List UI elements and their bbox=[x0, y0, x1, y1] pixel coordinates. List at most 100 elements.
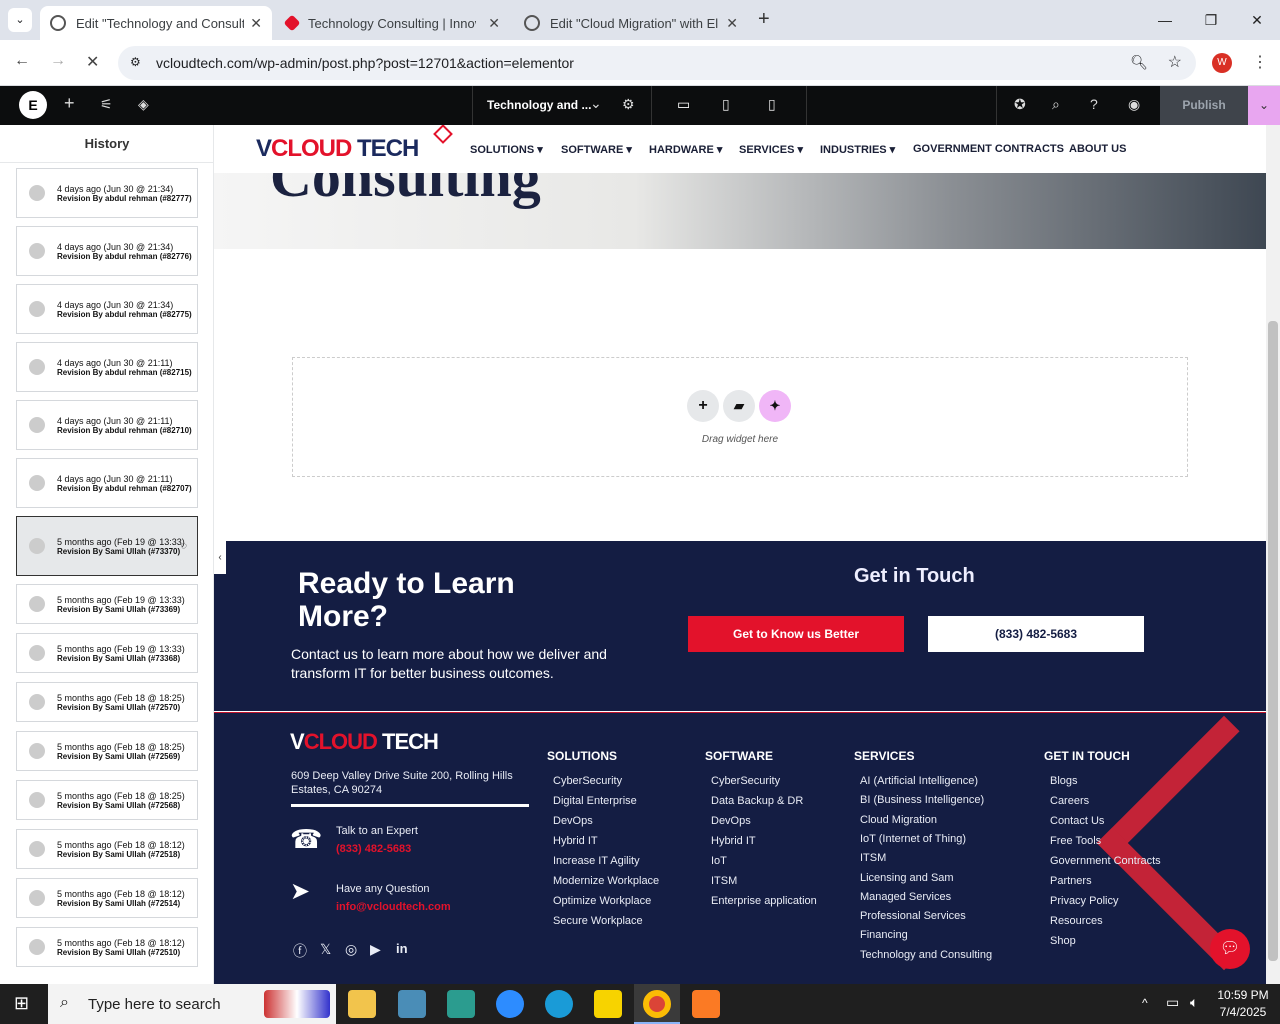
publish-options-button[interactable]: ⌄ bbox=[1248, 86, 1280, 125]
taskbar-time[interactable]: 10:59 PM bbox=[1214, 988, 1272, 1002]
footer-link[interactable]: Shop bbox=[1050, 935, 1076, 947]
linkedin-icon[interactable]: in bbox=[396, 941, 408, 956]
structure-icon[interactable]: ◈ bbox=[138, 96, 149, 113]
footer-link[interactable]: Cloud Migration bbox=[860, 814, 937, 826]
desktop-icon[interactable]: ▭ bbox=[677, 96, 690, 113]
history-item[interactable]: 5 months ago (Feb 19 @ 13:33) Revision By… bbox=[16, 633, 198, 673]
facebook-icon[interactable]: ⓕ bbox=[293, 941, 307, 961]
tab-search-button[interactable]: ⌄ bbox=[8, 8, 32, 32]
minimize-button[interactable]: — bbox=[1142, 0, 1188, 40]
zoom-icon[interactable]: 🔍︎ bbox=[1130, 54, 1148, 71]
footer-link[interactable]: Digital Enterprise bbox=[553, 795, 637, 807]
sticky-notes-icon[interactable] bbox=[594, 990, 622, 1018]
empty-section-dropzone[interactable]: + ▰ ✦ Drag widget here bbox=[292, 357, 1188, 477]
history-item[interactable]: 4 days ago (Jun 30 @ 21:34) Revision By a… bbox=[16, 168, 198, 218]
chrome-icon[interactable] bbox=[643, 990, 671, 1018]
footer-link[interactable]: Optimize Workplace bbox=[553, 895, 651, 907]
close-tab-icon[interactable]: ✕ bbox=[250, 15, 262, 32]
tab-edit-cloud-migration[interactable]: Edit "Cloud Migration" with Ele ✕ bbox=[514, 6, 748, 40]
footer-link[interactable]: Government Contracts bbox=[1050, 855, 1161, 867]
footer-link[interactable]: ITSM bbox=[711, 875, 737, 887]
history-item[interactable]: 4 days ago (Jun 30 @ 21:34) Revision By a… bbox=[16, 226, 198, 276]
app-icon[interactable] bbox=[398, 990, 426, 1018]
template-library-icon[interactable]: ▰ bbox=[723, 390, 755, 422]
footer-link[interactable]: Data Backup & DR bbox=[711, 795, 803, 807]
app-icon[interactable] bbox=[447, 990, 475, 1018]
scrollbar-thumb[interactable] bbox=[1268, 321, 1278, 961]
close-window-button[interactable]: ✕ bbox=[1234, 0, 1280, 40]
bookmark-star-icon[interactable]: ☆ bbox=[1168, 52, 1182, 72]
footer-link[interactable]: Free Tools bbox=[1050, 835, 1101, 847]
history-item[interactable]: 5 months ago (Feb 18 @ 18:12) Revision By… bbox=[16, 829, 198, 869]
footer-link[interactable]: Privacy Policy bbox=[1050, 895, 1118, 907]
tray-chevron-icon[interactable]: ^ bbox=[1142, 996, 1148, 1010]
footer-link[interactable]: CyberSecurity bbox=[711, 775, 780, 787]
footer-link[interactable]: ITSM bbox=[860, 852, 886, 864]
footer-link[interactable]: BI (Business Intelligence) bbox=[860, 794, 984, 806]
history-item[interactable]: 5 months ago (Feb 18 @ 18:25) Revision By… bbox=[16, 731, 198, 771]
nav-industries[interactable]: INDUSTRIES ▾ bbox=[820, 143, 895, 156]
footer-link[interactable]: Blogs bbox=[1050, 775, 1078, 787]
network-icon[interactable]: ▭ bbox=[1166, 994, 1179, 1011]
footer-link[interactable]: Secure Workplace bbox=[553, 915, 643, 927]
history-item[interactable]: 5 months ago (Feb 19 @ 13:33) Revision By… bbox=[16, 584, 198, 624]
browser-menu-icon[interactable]: ⋮ bbox=[1252, 52, 1268, 72]
volume-icon[interactable]: 🔈︎ bbox=[1190, 994, 1198, 1011]
new-tab-button[interactable]: + bbox=[758, 8, 770, 31]
footer-link[interactable]: IoT (Internet of Thing) bbox=[860, 833, 966, 845]
forward-icon[interactable]: → bbox=[50, 52, 66, 70]
footer-link[interactable]: Financing bbox=[860, 929, 908, 941]
footer-link[interactable]: Contact Us bbox=[1050, 815, 1104, 827]
close-tab-icon[interactable]: ✕ bbox=[726, 15, 738, 32]
nav-hardware[interactable]: HARDWARE ▾ bbox=[649, 143, 722, 156]
preview-eye-icon[interactable]: ◉ bbox=[1128, 96, 1140, 113]
history-item[interactable]: 5 months ago (Feb 18 @ 18:12) Revision By… bbox=[16, 878, 198, 918]
chevron-down-icon[interactable]: ⌄ bbox=[590, 95, 602, 112]
close-tab-icon[interactable]: ✕ bbox=[488, 15, 500, 32]
stop-loading-icon[interactable]: ✕ bbox=[86, 52, 99, 72]
nav-software[interactable]: SOFTWARE ▾ bbox=[561, 143, 632, 156]
x-twitter-icon[interactable]: 𝕏 bbox=[320, 941, 331, 958]
footer-link[interactable]: Licensing and Sam bbox=[860, 872, 954, 884]
publish-button[interactable]: Publish bbox=[1160, 86, 1248, 125]
site-settings-icon[interactable]: ⚟ bbox=[100, 96, 113, 113]
phone-button[interactable]: (833) 482-5683 bbox=[928, 616, 1144, 652]
history-item[interactable]: 5 months ago (Feb 19 @ 13:33) Revision By… bbox=[16, 516, 198, 576]
mobile-icon[interactable]: ▯ bbox=[768, 96, 776, 113]
chat-bubble-button[interactable]: 💬︎ bbox=[1210, 929, 1250, 969]
xampp-icon[interactable] bbox=[692, 990, 720, 1018]
restore-button[interactable]: ❐ bbox=[1188, 0, 1234, 40]
footer-link[interactable]: Professional Services bbox=[860, 910, 966, 922]
tab-edit-technology[interactable]: Edit "Technology and Consultin ✕ bbox=[40, 6, 272, 40]
nav-government-contracts[interactable]: GOVERNMENT CONTRACTS bbox=[913, 143, 1064, 155]
youtube-icon[interactable]: ▶ bbox=[370, 941, 381, 958]
nav-solutions[interactable]: SOLUTIONS ▾ bbox=[470, 143, 543, 156]
footer-link[interactable]: Partners bbox=[1050, 875, 1092, 887]
instagram-icon[interactable]: ◎ bbox=[345, 941, 357, 958]
elementor-logo-icon[interactable]: E bbox=[19, 91, 47, 119]
help-icon[interactable]: ? bbox=[1090, 96, 1098, 112]
nav-about-us[interactable]: ABOUT US bbox=[1069, 143, 1126, 155]
history-item[interactable]: 4 days ago (Jun 30 @ 21:11) Revision By a… bbox=[16, 400, 198, 450]
footer-link[interactable]: AI (Artificial Intelligence) bbox=[860, 775, 978, 787]
site-logo[interactable]: VCLOUD TECH bbox=[256, 135, 419, 163]
taskbar-date[interactable]: 7/4/2025 bbox=[1214, 1005, 1272, 1019]
history-item[interactable]: 5 months ago (Feb 18 @ 18:12) Revision By… bbox=[16, 927, 198, 967]
file-explorer-icon[interactable] bbox=[348, 990, 376, 1018]
talk-phone-link[interactable]: (833) 482-5683 bbox=[336, 843, 411, 855]
footer-link[interactable]: Increase IT Agility bbox=[553, 855, 640, 867]
footer-logo[interactable]: VCLOUD TECH bbox=[290, 729, 439, 755]
taskbar-search-box[interactable]: ⌕ Type here to search bbox=[48, 984, 336, 1024]
tab-technology-consulting[interactable]: Technology Consulting | Innova ✕ bbox=[276, 6, 510, 40]
footer-link[interactable]: Hybrid IT bbox=[711, 835, 756, 847]
history-item[interactable]: 4 days ago (Jun 30 @ 21:11) Revision By a… bbox=[16, 458, 198, 508]
footer-link[interactable]: CyberSecurity bbox=[553, 775, 622, 787]
notifications-icon[interactable]: ✪ bbox=[1014, 96, 1026, 113]
footer-link[interactable]: Hybrid IT bbox=[553, 835, 598, 847]
footer-link[interactable]: DevOps bbox=[711, 815, 751, 827]
page-name[interactable]: Technology and ... bbox=[487, 98, 591, 112]
footer-link[interactable]: IoT bbox=[711, 855, 727, 867]
site-info-icon[interactable]: ⚙ bbox=[130, 55, 141, 69]
history-item[interactable]: 5 months ago (Feb 18 @ 18:25) Revision By… bbox=[16, 682, 198, 722]
footer-link[interactable]: Modernize Workplace bbox=[553, 875, 659, 887]
